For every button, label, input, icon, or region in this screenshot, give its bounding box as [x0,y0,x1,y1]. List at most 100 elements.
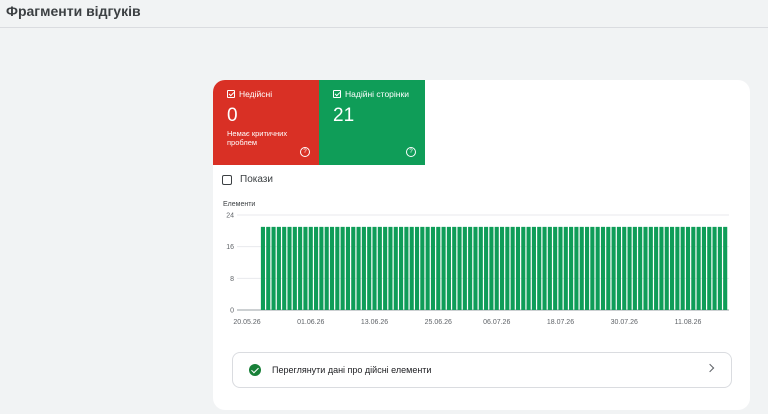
chart-bar[interactable] [436,226,441,310]
chart-bar[interactable] [526,226,531,310]
chart-bar[interactable] [420,226,425,310]
chart-bar[interactable] [696,226,701,310]
chart-bar[interactable] [409,226,414,310]
chart-bar[interactable] [659,226,664,310]
chart-bar[interactable] [303,226,308,310]
chart-bar[interactable] [260,226,265,310]
chart-bar[interactable] [319,226,324,310]
chart-bar[interactable] [314,226,319,310]
chart-bar[interactable] [404,226,409,310]
chart-bar[interactable] [521,226,526,310]
chart-bar[interactable] [505,226,510,310]
chart-bar[interactable] [717,226,722,310]
chart-bar[interactable] [685,226,691,310]
chart-bar[interactable] [484,226,489,310]
chart-bar[interactable] [691,226,696,310]
invalid-tile[interactable]: Недійсні 0 Немає критичних проблем ? [213,80,319,165]
chart-bar[interactable] [377,226,382,310]
chart-bar[interactable] [590,226,595,310]
chart-bar[interactable] [542,226,547,310]
chart-bar[interactable] [670,226,675,310]
chart-bar[interactable] [547,226,552,310]
chart-bar[interactable] [595,226,600,310]
chart-bar[interactable] [478,226,483,310]
chart-bar[interactable] [399,226,404,310]
chart-bar[interactable] [569,226,574,310]
chart-bar[interactable] [707,226,712,310]
chart-bar[interactable] [489,226,494,310]
chevron-right-icon [705,363,715,373]
help-icon[interactable]: ? [300,147,310,157]
chart-bar[interactable] [452,226,457,310]
chart-bar[interactable] [473,226,478,310]
chart-bar[interactable] [553,226,558,310]
chart-bar[interactable] [643,226,648,310]
chart-bar[interactable] [563,226,568,310]
checkbox-checked-icon[interactable] [333,90,341,98]
chart-bar[interactable] [675,226,680,310]
chart-bar[interactable] [510,226,515,310]
chart-bar[interactable] [648,226,653,310]
valid-tile-label: Надійні сторінки [345,89,409,99]
chart-bar[interactable] [654,226,659,310]
chart-bar[interactable] [441,226,446,310]
chart-bar[interactable] [499,226,505,310]
chart-bar[interactable] [468,226,473,310]
chart-bar[interactable] [680,226,685,310]
chart-bar[interactable] [531,226,536,310]
chart-bar[interactable] [372,226,377,310]
chart-bar[interactable] [537,226,542,310]
chart-bar[interactable] [600,226,606,310]
impressions-toggle[interactable]: Покази [222,174,273,185]
valid-tile[interactable]: Надійні сторінки 21 ? [319,80,425,165]
checkbox-unchecked-icon[interactable] [222,174,232,185]
chart-bar[interactable] [574,226,579,310]
chart-bar[interactable] [606,226,611,310]
chart-bar[interactable] [324,226,329,310]
chart-bar[interactable] [616,226,621,310]
chart-bar[interactable] [579,226,584,310]
chart-bar[interactable] [701,226,706,310]
chart-bar[interactable] [292,226,297,310]
chart-bar[interactable] [627,226,632,310]
chart-bar[interactable] [664,226,669,310]
chart-bar[interactable] [494,226,499,310]
chart-bar[interactable] [622,226,627,310]
chart-bar[interactable] [356,226,361,310]
chart-bar[interactable] [558,226,563,310]
chart-bar[interactable] [361,226,366,310]
chart-bar[interactable] [632,226,637,310]
chart-bar[interactable] [446,226,451,310]
chart-bar[interactable] [414,226,420,310]
chart-bar[interactable] [266,226,271,310]
chart-bar[interactable] [712,226,717,310]
chart-bar[interactable] [271,226,276,310]
chart-bar[interactable] [329,226,335,310]
chart-bar[interactable] [723,226,728,310]
chart-bar[interactable] [393,226,398,310]
help-icon[interactable]: ? [406,147,416,157]
checkbox-checked-icon[interactable] [227,90,235,98]
chart-bar[interactable] [462,226,467,310]
chart-bar[interactable] [276,226,281,310]
chart-bar[interactable] [308,226,313,310]
chart-bar[interactable] [287,226,292,310]
chart-bar[interactable] [351,226,356,310]
view-valid-items-row[interactable]: Переглянути дані про дійсні елементи [232,352,732,388]
chart-bar[interactable] [345,226,351,310]
chart-bar[interactable] [430,226,436,310]
chart-bar[interactable] [584,226,590,310]
chart-bar[interactable] [388,226,393,310]
chart-bar[interactable] [340,226,345,310]
chart-bar[interactable] [367,226,372,310]
chart-bar[interactable] [611,226,616,310]
chart-bar[interactable] [282,226,287,310]
chart-bar[interactable] [298,226,303,310]
chart-bar[interactable] [457,226,462,310]
chart-bar[interactable] [383,226,388,310]
chart-bar[interactable] [638,226,643,310]
chart-bar[interactable] [425,226,430,310]
chart-bar[interactable] [515,226,521,310]
chart-x-tick-label: 25.06.26 [425,319,452,326]
chart-bar[interactable] [335,226,340,310]
